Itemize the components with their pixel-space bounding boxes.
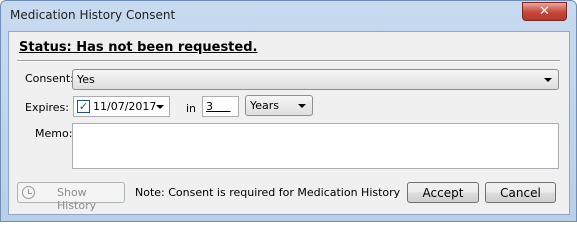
expires-number-value: 3	[206, 100, 213, 113]
expires-unit-value: Years	[250, 99, 280, 112]
status-heading: Status: Has not been requested.	[19, 40, 258, 55]
expires-date-picker[interactable]: ✓ 11/07/2017	[73, 96, 170, 117]
expires-checkbox[interactable]: ✓	[77, 100, 90, 113]
accept-button[interactable]: Accept	[407, 182, 479, 203]
memo-textarea[interactable]	[72, 123, 559, 169]
chevron-down-icon	[298, 104, 306, 108]
consent-note: Note: Consent is required for Medication…	[135, 186, 401, 199]
window-title: Medication History Consent	[10, 8, 176, 22]
show-history-button[interactable]: Show History	[17, 182, 125, 212]
chevron-down-icon	[544, 78, 552, 82]
consent-label: Consent:	[25, 72, 74, 85]
memo-label: Memo:	[35, 127, 73, 140]
consent-value: Yes	[77, 73, 95, 86]
expires-label: Expires:	[25, 101, 69, 114]
title-bar[interactable]: Medication History Consent ✕	[1, 1, 576, 31]
close-icon: ✕	[539, 4, 550, 19]
expires-unit-select[interactable]: Years	[245, 95, 313, 116]
expires-date-value: 11/07/2017	[93, 100, 157, 113]
cancel-button[interactable]: Cancel	[485, 182, 556, 203]
expires-number-input[interactable]: 3	[202, 96, 239, 117]
clock-icon	[22, 186, 35, 199]
show-history-label: Show History	[57, 186, 97, 212]
chevron-down-icon[interactable]	[156, 105, 164, 109]
in-label: in	[186, 102, 197, 115]
divider	[17, 60, 560, 62]
consent-select[interactable]: Yes	[72, 69, 559, 90]
close-button[interactable]: ✕	[522, 2, 567, 21]
